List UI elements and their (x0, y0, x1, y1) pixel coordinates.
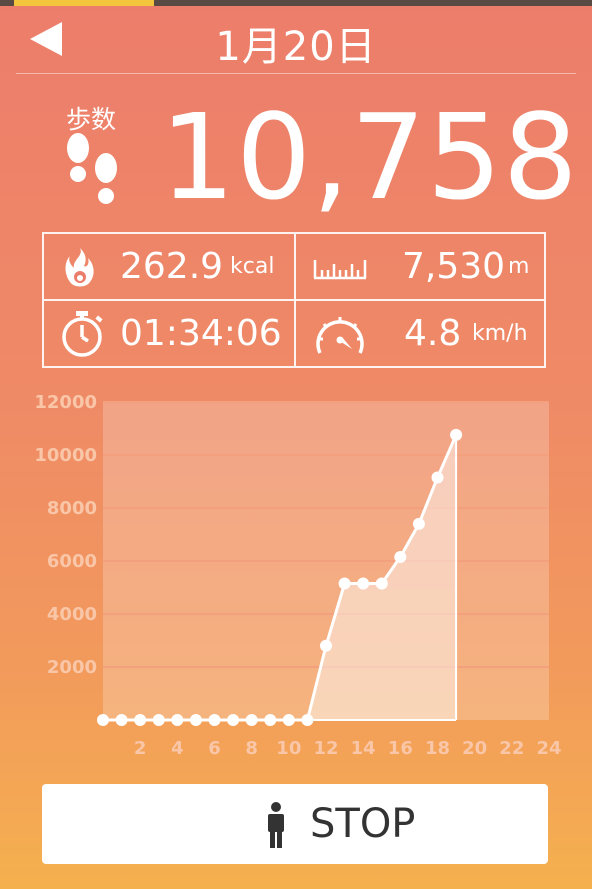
data-point (450, 428, 463, 441)
y-tick-label: 2000 (47, 657, 97, 678)
data-point (227, 714, 240, 726)
speedometer-icon (316, 317, 364, 354)
x-tick-label: 18 (425, 738, 450, 759)
x-tick-label: 20 (462, 738, 487, 759)
ruler-icon (313, 260, 367, 280)
speed-unit: km/h (472, 321, 528, 346)
calories-value: 262.9 (120, 246, 224, 287)
header-divider (16, 73, 576, 74)
stopwatch-icon (62, 311, 103, 357)
x-tick-label: 22 (499, 738, 524, 759)
person-icon (268, 802, 284, 848)
data-point (208, 714, 221, 726)
flame-icon (65, 248, 94, 287)
data-point (282, 714, 295, 726)
data-point (431, 471, 444, 484)
data-point (375, 577, 388, 590)
y-tick-label: 6000 (47, 551, 97, 572)
x-tick-label: 8 (245, 738, 258, 759)
x-tick-label: 2 (134, 738, 147, 759)
data-point (245, 714, 258, 726)
y-tick-label: 12000 (34, 392, 97, 413)
distance-stat: 7,530 m (296, 234, 546, 300)
data-point (357, 577, 370, 590)
steps-label: 歩数 (66, 105, 117, 134)
speed-stat: 4.8 km/h (296, 301, 546, 367)
time-stat: 01:34:06 (44, 301, 294, 367)
data-point (134, 714, 147, 726)
x-tick-label: 16 (388, 738, 413, 759)
calories-stat: 262.9 kcal (44, 234, 294, 300)
distance-value: 7,530 (402, 246, 506, 287)
data-point (264, 714, 277, 726)
x-tick-label: 12 (313, 738, 338, 759)
stats-panel: 262.9 kcal 7,530 m 01:34:06 4.8 km/h (42, 232, 546, 368)
step-count: 10,758 (160, 88, 579, 226)
date-title: 1月20日 (215, 24, 377, 70)
stop-label: STOP (310, 801, 416, 847)
data-point (320, 639, 332, 652)
distance-unit: m (508, 254, 530, 279)
data-point (189, 714, 202, 726)
data-point (338, 577, 351, 590)
time-value: 01:34:06 (120, 313, 282, 354)
stop-button[interactable]: STOP (42, 784, 548, 864)
data-point (171, 714, 184, 726)
status-accent (14, 0, 154, 6)
data-point (152, 714, 165, 726)
x-tick-label: 24 (536, 738, 561, 759)
data-point (301, 714, 314, 726)
steps-chart: 200040006000800010000120002 4 6 8 10 12 14 16 18… (34, 392, 561, 759)
calories-unit: kcal (230, 254, 275, 279)
y-tick-label: 10000 (34, 445, 97, 466)
x-tick-label: 4 (171, 738, 184, 759)
data-point (97, 714, 109, 726)
y-tick-label: 4000 (47, 604, 97, 625)
speed-value: 4.8 (404, 313, 462, 354)
data-point (115, 714, 128, 726)
y-tick-label: 8000 (47, 498, 97, 519)
status-bar (0, 0, 592, 6)
x-tick-label: 14 (351, 738, 376, 759)
data-point (412, 517, 425, 530)
x-tick-label: 6 (208, 738, 221, 759)
footprints-icon (67, 133, 117, 204)
x-tick-label: 10 (276, 738, 301, 759)
data-point (394, 551, 407, 564)
